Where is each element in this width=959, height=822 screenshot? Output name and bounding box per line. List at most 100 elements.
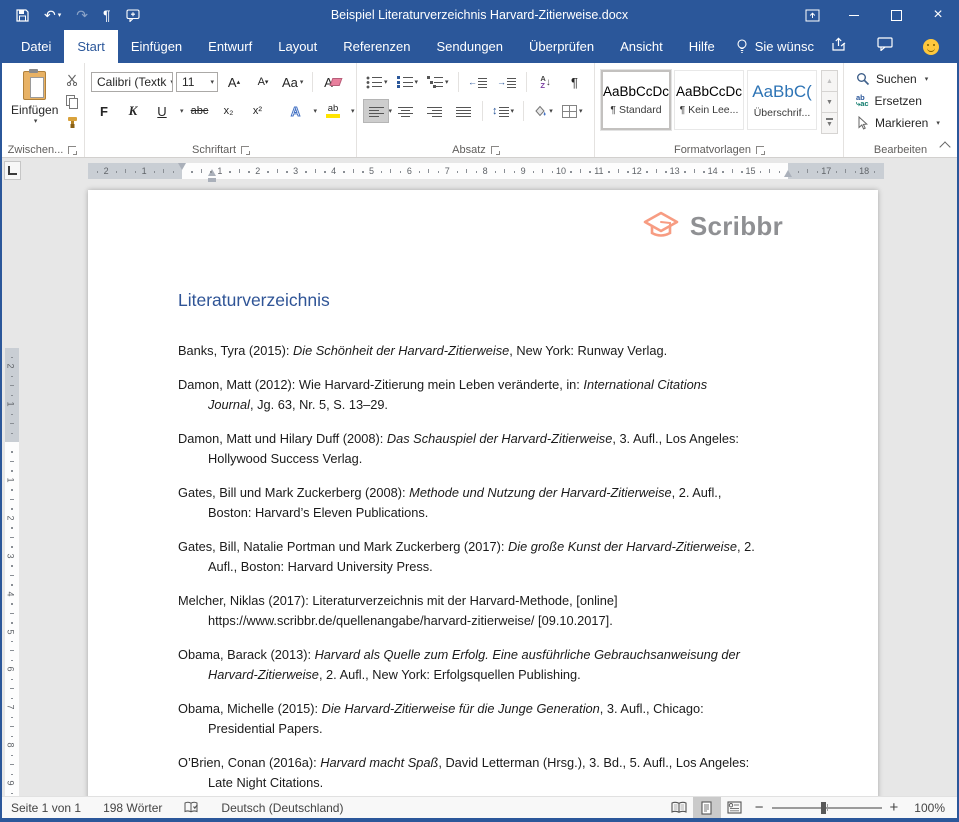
styles-more-icon[interactable]: ▼ bbox=[821, 112, 838, 134]
tab-start[interactable]: Start bbox=[64, 30, 117, 63]
change-case-button[interactable]: Aa▾ bbox=[279, 70, 306, 94]
zoom-in-icon[interactable]: + bbox=[884, 799, 905, 816]
font-size-combo[interactable]: 11▾ bbox=[176, 72, 218, 92]
superscript-button[interactable]: x² bbox=[245, 99, 271, 123]
pilcrow-icon[interactable]: ¶ bbox=[103, 7, 111, 23]
justify-button[interactable] bbox=[450, 99, 476, 123]
feedback-smiley-icon[interactable] bbox=[923, 39, 939, 55]
style-card-1[interactable]: AaBbCcDc¶ Kein Lee... bbox=[674, 70, 744, 130]
proofing-status[interactable] bbox=[173, 797, 210, 818]
document-page[interactable]: Scribbr Literaturverzeichnis Banks, Tyra… bbox=[88, 190, 878, 797]
shading-button[interactable]: ▾ bbox=[530, 99, 556, 123]
page-number-status[interactable]: Seite 1 von 1 bbox=[0, 797, 92, 818]
minimize-icon[interactable] bbox=[833, 0, 875, 30]
multilevel-list-button[interactable]: ▾ bbox=[424, 70, 452, 94]
clipboard-dialog-launcher-icon[interactable] bbox=[68, 146, 76, 154]
vertical-ruler[interactable]: 21123456789 bbox=[5, 348, 19, 797]
ruler-tick bbox=[286, 171, 288, 173]
underline-button[interactable]: U bbox=[149, 99, 175, 123]
redo-icon[interactable]: ↷ bbox=[76, 7, 88, 24]
tab-stop-selector[interactable] bbox=[4, 161, 21, 180]
align-center-button[interactable] bbox=[392, 99, 418, 123]
text-effects-button[interactable]: A bbox=[283, 99, 309, 123]
select-button[interactable]: Markieren▾ bbox=[856, 112, 952, 134]
bib-text: Boston: Harvard’s Eleven Publications. bbox=[208, 505, 428, 520]
read-mode-icon[interactable] bbox=[665, 797, 693, 818]
highlight-button[interactable]: ab bbox=[320, 99, 346, 123]
underline-caret-icon[interactable]: ▾ bbox=[180, 107, 184, 115]
zoom-slider[interactable] bbox=[772, 807, 882, 809]
italic-button[interactable]: K bbox=[120, 99, 146, 123]
clipboard-small-buttons bbox=[63, 68, 81, 141]
print-layout-icon[interactable] bbox=[693, 797, 721, 818]
cut-icon[interactable] bbox=[63, 72, 81, 88]
web-layout-icon[interactable] bbox=[721, 797, 749, 818]
word-count-status[interactable]: 198 Wörter bbox=[92, 797, 173, 818]
save-icon[interactable] bbox=[16, 9, 29, 22]
align-left-button[interactable] bbox=[363, 99, 389, 123]
numbering-button[interactable]: ▾ bbox=[394, 70, 422, 94]
undo-icon[interactable]: ↶▾ bbox=[44, 7, 61, 24]
borders-button[interactable]: ▾ bbox=[559, 99, 586, 123]
tab-ansicht[interactable]: Ansicht bbox=[607, 30, 676, 63]
decrease-indent-button[interactable]: ← bbox=[465, 70, 491, 94]
line-spacing-button[interactable]: ↕▾ bbox=[489, 99, 517, 123]
bold-button[interactable]: F bbox=[91, 99, 117, 123]
tab-datei[interactable]: Datei bbox=[8, 30, 64, 63]
tab-einfügen[interactable]: Einfügen bbox=[118, 30, 195, 63]
tab-sendungen[interactable]: Sendungen bbox=[424, 30, 517, 63]
styles-scroll-up-icon[interactable]: ▲ bbox=[821, 70, 838, 92]
tab-referenzen[interactable]: Referenzen bbox=[330, 30, 423, 63]
replace-label: Ersetzen bbox=[875, 94, 922, 108]
tab-überprüfen[interactable]: Überprüfen bbox=[516, 30, 607, 63]
subscript-button[interactable]: x₂ bbox=[216, 99, 242, 123]
clear-formatting-button[interactable]: A bbox=[319, 70, 345, 94]
zoom-out-icon[interactable]: − bbox=[749, 799, 770, 816]
find-button[interactable]: Suchen▾ bbox=[856, 68, 952, 90]
tab-layout[interactable]: Layout bbox=[265, 30, 330, 63]
new-comment-icon[interactable] bbox=[126, 9, 140, 22]
tell-me-box[interactable]: Sie wünsc bbox=[736, 30, 814, 63]
font-name-combo[interactable]: Calibri (Textk▾ bbox=[91, 72, 173, 92]
grow-font-button[interactable]: A▴ bbox=[221, 70, 247, 94]
language-status[interactable]: Deutsch (Deutschland) bbox=[210, 797, 354, 818]
paragraph-dialog-launcher-icon[interactable] bbox=[491, 146, 499, 154]
paste-button[interactable]: Einfügen ▾ bbox=[6, 68, 63, 141]
horizontal-ruler[interactable]: 211234567891011121314151718 bbox=[88, 163, 884, 179]
left-indent-marker[interactable] bbox=[208, 178, 216, 182]
ruler-tick bbox=[665, 171, 667, 173]
ruler-tick bbox=[400, 171, 402, 173]
copy-icon[interactable] bbox=[63, 93, 81, 109]
font-dialog-launcher-icon[interactable] bbox=[241, 146, 249, 154]
style-card-0[interactable]: AaBbCcDc¶ Standard bbox=[601, 70, 671, 130]
undo-caret-icon[interactable]: ▾ bbox=[58, 11, 62, 19]
replace-button[interactable]: ab⤷ac Ersetzen bbox=[856, 90, 952, 112]
ribbon-display-options-icon[interactable] bbox=[791, 0, 833, 30]
tab-entwurf[interactable]: Entwurf bbox=[195, 30, 265, 63]
tab-hilfe[interactable]: Hilfe bbox=[676, 30, 728, 63]
first-line-indent-marker[interactable] bbox=[178, 163, 186, 170]
status-bar: Seite 1 von 1 198 Wörter Deutsch (Deutsc… bbox=[0, 796, 957, 818]
highlight-caret-icon[interactable]: ▾ bbox=[351, 107, 355, 115]
zoom-level[interactable]: 100% bbox=[904, 801, 945, 815]
zoom-slider-handle[interactable] bbox=[821, 802, 826, 814]
increase-indent-button[interactable]: → bbox=[494, 70, 520, 94]
right-indent-marker[interactable] bbox=[784, 170, 792, 177]
sort-button[interactable]: AZ↓ bbox=[533, 70, 559, 94]
style-card-2[interactable]: AaBbC(Überschrif... bbox=[747, 70, 817, 130]
close-icon[interactable]: × bbox=[917, 0, 959, 30]
bullets-button[interactable]: ▾ bbox=[363, 70, 391, 94]
styles-scroll-down-icon[interactable]: ▼ bbox=[821, 91, 838, 113]
maximize-icon[interactable] bbox=[875, 0, 917, 30]
strikethrough-button[interactable]: abc bbox=[187, 99, 213, 123]
format-painter-icon[interactable] bbox=[63, 114, 81, 130]
bib-line: Gates, Bill, Natalie Portman und Mark Zu… bbox=[178, 537, 873, 558]
ruler-number: 6 bbox=[6, 667, 16, 672]
share-icon[interactable] bbox=[831, 37, 847, 57]
show-paragraph-marks-button[interactable]: ¶ bbox=[562, 70, 588, 94]
comments-icon[interactable] bbox=[877, 37, 893, 56]
align-right-button[interactable] bbox=[421, 99, 447, 123]
shrink-font-button[interactable]: A▾ bbox=[250, 70, 276, 94]
text-effects-caret-icon[interactable]: ▾ bbox=[314, 107, 318, 115]
styles-dialog-launcher-icon[interactable] bbox=[756, 146, 764, 154]
